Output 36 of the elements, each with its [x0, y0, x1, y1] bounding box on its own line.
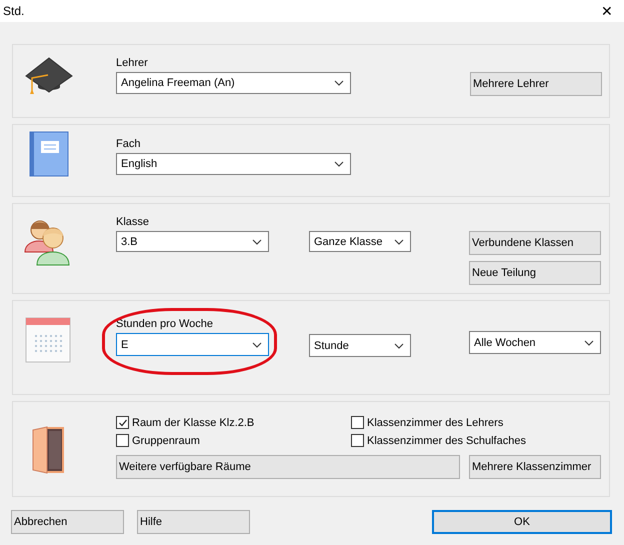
dropdown[interactable]: Angelina Freeman (An): [116, 72, 351, 94]
chevron-down-icon: [252, 342, 262, 348]
chevron-down-icon: [334, 161, 344, 167]
checkbox[interactable]: Raum der Klasse Klz.2.B: [116, 416, 254, 429]
footer-button[interactable]: Hilfe: [137, 510, 250, 534]
check-icon: [118, 418, 128, 428]
chevron-down-icon: [394, 342, 404, 348]
field-label: Klasse: [116, 216, 150, 228]
close-button[interactable]: ✕: [590, 0, 624, 22]
chevron-down-icon: [584, 340, 594, 346]
field-label: Stunden pro Woche: [116, 318, 214, 330]
dropdown[interactable]: Stunde: [309, 334, 411, 357]
checkbox[interactable]: Klassenzimmer des Lehrers: [351, 416, 504, 429]
footer-button[interactable]: Abbrechen: [11, 510, 124, 534]
field-label: Fach: [116, 138, 142, 150]
checkbox[interactable]: Gruppenraum: [116, 434, 200, 447]
rooms-button[interactable]: Mehrere Klassenzimmer: [469, 455, 601, 479]
class-button[interactable]: Neue Teilung: [469, 261, 601, 285]
rooms-button[interactable]: Weitere verfügbare Räume: [116, 455, 460, 479]
dropdown[interactable]: 3.B: [116, 231, 269, 252]
class-button[interactable]: Verbundene Klassen: [469, 231, 601, 255]
door-icon: [31, 425, 67, 475]
field-label: Lehrer: [116, 57, 149, 69]
teacher-button[interactable]: Mehrere Lehrer: [470, 72, 602, 96]
dropdown[interactable]: E: [116, 333, 269, 356]
dropdown[interactable]: English: [116, 153, 351, 175]
calendar-icon: [25, 317, 71, 363]
chevron-down-icon: [334, 80, 344, 86]
checkbox[interactable]: Klassenzimmer des Schulfaches: [351, 434, 526, 447]
window-title: Std.: [3, 4, 24, 18]
dropdown[interactable]: Ganze Klasse: [309, 231, 411, 252]
chevron-down-icon: [252, 238, 262, 244]
dropdown[interactable]: Alle Wochen: [469, 331, 601, 354]
chevron-down-icon: [394, 238, 404, 244]
book-icon: [29, 131, 69, 177]
ok-button[interactable]: OK: [432, 510, 612, 534]
